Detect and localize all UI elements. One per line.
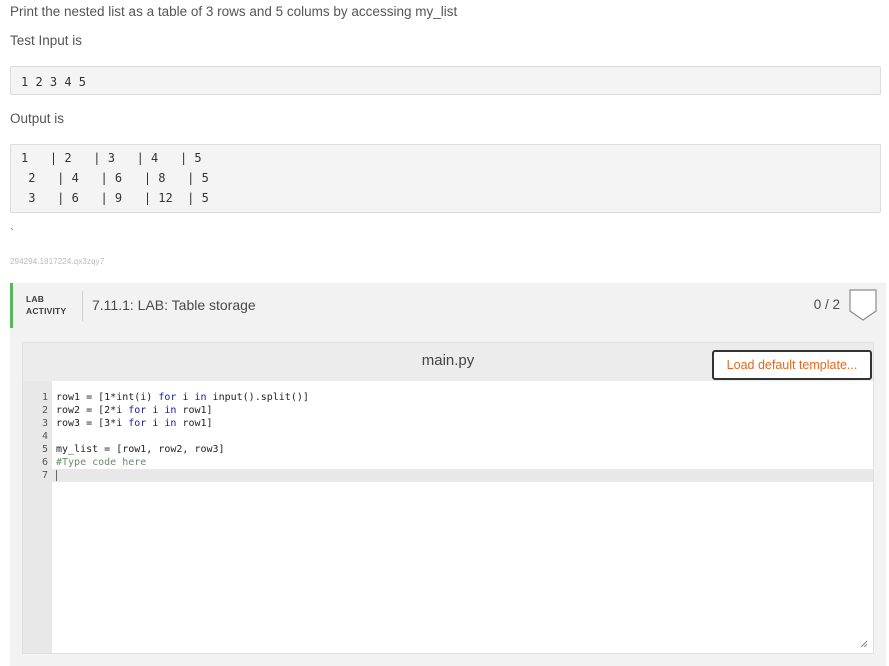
lab-title: 7.11.1: LAB: Table storage — [92, 297, 256, 313]
code-text[interactable]: my_list = [row1, row2, row3] — [56, 443, 225, 456]
code-row1-c: input().split()] — [206, 392, 309, 403]
code-row3-in: in — [164, 418, 177, 429]
code-lines[interactable]: 1 row1 = [1*int(i) for i in input().spli… — [23, 391, 873, 482]
code-row2-c: row1] — [176, 405, 213, 416]
code-line[interactable]: 4 — [23, 430, 873, 443]
code-line[interactable]: 3 row3 = [3*i for i in row1] — [23, 417, 873, 430]
editor-header: main.py Load default template... — [23, 343, 873, 381]
code-row1-b: i — [176, 392, 195, 403]
lab-page: Print the nested list as a table of 3 ro… — [0, 0, 889, 666]
code-row2-b: i — [146, 405, 165, 416]
header-divider — [82, 291, 83, 321]
code-row2-for: for — [128, 405, 147, 416]
code-row1-a: row1 = [1*int(i) — [56, 392, 159, 403]
line-number: 7 — [41, 470, 48, 481]
code-text[interactable] — [56, 469, 57, 482]
lab-tag-line1: LAB — [26, 294, 45, 304]
line-number: 4 — [41, 431, 48, 442]
load-default-template-button[interactable]: Load default template... — [712, 350, 872, 380]
text-cursor — [56, 469, 57, 481]
lab-score: 0 / 2 — [813, 297, 840, 312]
code-row1-for: for — [158, 392, 177, 403]
code-row3-a: row3 = [3*i — [56, 418, 129, 429]
test-input-box: 1 2 3 4 5 — [10, 66, 881, 95]
code-line-active[interactable]: 7 — [23, 469, 873, 482]
code-line[interactable]: 6 #Type code here — [23, 456, 873, 469]
test-input-value: 1 2 3 4 5 — [21, 75, 87, 89]
code-row2-a: row2 = [2*i — [56, 405, 129, 416]
code-editor: main.py Load default template... 1 row1 … — [22, 342, 874, 654]
instructions-text: Print the nested list as a table of 3 ro… — [10, 4, 458, 19]
code-line[interactable]: 2 row2 = [2*i for i in row1] — [23, 404, 873, 417]
code-text[interactable]: row3 = [3*i for i in row1] — [56, 417, 213, 430]
lab-tag-line2: ACTIVITY — [26, 306, 67, 316]
test-input-label: Test Input is — [10, 33, 83, 48]
editor-card: main.py Load default template... 1 row1 … — [10, 328, 886, 666]
code-area[interactable]: 1 row1 = [1*int(i) for i in input().spli… — [23, 381, 873, 653]
line-number: 1 — [41, 392, 48, 403]
line-number: 3 — [41, 418, 48, 429]
tracking-id: 294294.1817224.qx3zqy7 — [10, 257, 105, 266]
output-line-1: 1 | 2 | 3 | 4 | 5 — [21, 151, 202, 165]
stray-backtick: ` — [10, 226, 14, 240]
code-text[interactable]: row1 = [1*int(i) for i in input().split(… — [56, 391, 309, 404]
output-line-2: 2 | 4 | 6 | 8 | 5 — [21, 171, 209, 185]
output-label: Output is — [10, 111, 65, 126]
code-row3-b: i — [146, 418, 165, 429]
completion-badge-icon — [849, 289, 877, 321]
code-row2-in: in — [164, 405, 177, 416]
line-number: 5 — [41, 444, 48, 455]
lab-activity-header: LAB ACTIVITY 7.11.1: LAB: Table storage … — [10, 283, 886, 328]
resize-grip-icon[interactable] — [861, 641, 867, 647]
code-row3-c: row1] — [176, 418, 213, 429]
expected-output-box: 1 | 2 | 3 | 4 | 5 2 | 4 | 6 | 8 | 5 3 | … — [10, 144, 881, 213]
code-comment[interactable]: #Type code here — [56, 456, 146, 469]
lab-activity-tag: LAB ACTIVITY — [26, 293, 66, 317]
code-text[interactable]: row2 = [2*i for i in row1] — [56, 404, 213, 417]
code-line[interactable]: 1 row1 = [1*int(i) for i in input().spli… — [23, 391, 873, 404]
line-number: 2 — [41, 405, 48, 416]
code-line[interactable]: 5 my_list = [row1, row2, row3] — [23, 443, 873, 456]
line-number: 6 — [41, 457, 48, 468]
code-row1-in: in — [194, 392, 207, 403]
code-row3-for: for — [128, 418, 147, 429]
output-line-3: 3 | 6 | 9 | 12 | 5 — [21, 191, 209, 205]
